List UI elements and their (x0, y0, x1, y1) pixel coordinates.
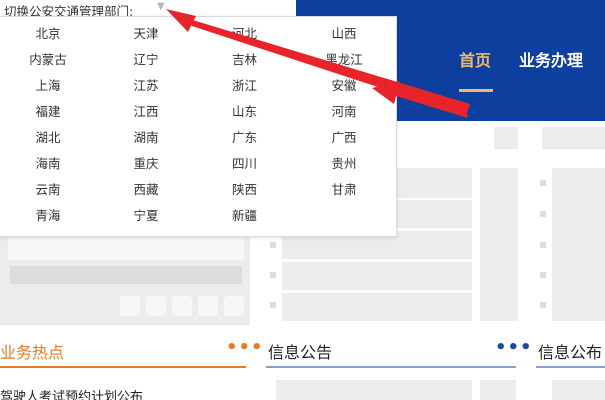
province-option[interactable]: 河北 (196, 26, 293, 52)
section-divider (0, 366, 246, 368)
placeholder-bullet (540, 242, 546, 248)
nav-home[interactable]: 首页 (459, 47, 491, 75)
placeholder-row (276, 380, 472, 400)
placeholder-dot (224, 296, 244, 316)
province-option[interactable]: 青海 (0, 208, 96, 234)
placeholder-row (282, 293, 472, 321)
province-option[interactable]: 江苏 (96, 78, 196, 104)
placeholder-bullet (540, 272, 546, 278)
province-option[interactable]: 浙江 (196, 78, 293, 104)
province-option[interactable]: 新疆 (196, 208, 293, 234)
placeholder-block (494, 127, 518, 149)
province-option[interactable]: 广西 (293, 130, 395, 156)
section-title-notice2[interactable]: 信息公布 (538, 339, 602, 363)
caret-down-icon[interactable]: ▼ (157, 1, 165, 12)
placeholder-bullet (540, 302, 546, 308)
section-title-hot[interactable]: 业务热点 (0, 339, 64, 363)
province-option[interactable]: 云南 (0, 182, 96, 208)
province-option[interactable]: 海南 (0, 156, 96, 182)
province-option[interactable]: 西藏 (96, 182, 196, 208)
province-option[interactable]: 安徽 (293, 78, 395, 104)
province-option[interactable]: 甘肃 (293, 182, 395, 208)
section-title-notice[interactable]: 信息公告 (268, 339, 332, 363)
placeholder-row (552, 168, 605, 321)
placeholder-bullet (540, 180, 546, 186)
province-option[interactable]: 福建 (0, 104, 96, 130)
province-option[interactable]: 天津 (96, 26, 196, 52)
department-switcher[interactable]: 切换公安交通管理部门: ▼ (0, 0, 296, 19)
province-option[interactable]: 上海 (0, 78, 96, 104)
province-option[interactable]: 广东 (196, 130, 293, 156)
province-option[interactable]: 湖南 (96, 130, 196, 156)
province-option[interactable]: 北京 (0, 26, 96, 52)
section-divider (536, 366, 605, 368)
province-option[interactable]: 黑龙江 (293, 52, 395, 78)
placeholder-bullet (540, 211, 546, 217)
province-option[interactable]: 重庆 (96, 156, 196, 182)
placeholder-row (480, 168, 518, 321)
province-option[interactable]: 辽宁 (96, 52, 196, 78)
more-hot-button[interactable]: ••• (226, 337, 264, 358)
placeholder-dot (120, 296, 140, 316)
nav-business[interactable]: 业务办理 (519, 47, 583, 75)
province-option[interactable]: 四川 (196, 156, 293, 182)
placeholder-dot (172, 296, 192, 316)
placeholder-bullet (270, 242, 276, 248)
province-dropdown: 北京 天津 河北 山西内蒙古 辽宁 吉林 黑龙江上海 江苏 浙江 安徽福建 江西 山东 河南湖北 湖南 广东… (0, 16, 397, 237)
province-option[interactable]: 陕西 (196, 182, 293, 208)
nav-active-indicator (459, 89, 493, 92)
placeholder-bullet (270, 272, 276, 278)
province-option[interactable]: 贵州 (293, 156, 395, 182)
placeholder-block (8, 236, 244, 260)
province-option[interactable]: 山东 (196, 104, 293, 130)
province-option[interactable]: 吉林 (196, 52, 293, 78)
placeholder-row (552, 380, 605, 400)
province-option[interactable]: 湖北 (0, 130, 96, 156)
province-grid: 北京 天津 河北 山西内蒙古 辽宁 吉林 黑龙江上海 江苏 浙江 安徽福建 江西 山东 河南湖北 湖南 广东… (0, 26, 398, 234)
placeholder-row (480, 380, 516, 400)
placeholder-dot (198, 296, 218, 316)
placeholder-dot (146, 296, 166, 316)
placeholder-block (542, 127, 605, 149)
province-option[interactable]: 山西 (293, 26, 395, 52)
news-item[interactable]: 驾驶人考试预约计划公布 (0, 386, 143, 400)
province-option[interactable]: 河南 (293, 104, 395, 130)
more-notice-button[interactable]: ••• (495, 337, 533, 358)
placeholder-bullet (270, 302, 276, 308)
placeholder-block (10, 266, 242, 284)
province-option[interactable]: 内蒙古 (0, 52, 96, 78)
placeholder-row (282, 262, 472, 290)
section-divider (266, 366, 516, 368)
province-option[interactable]: 江西 (96, 104, 196, 130)
province-option[interactable]: 宁夏 (96, 208, 196, 234)
